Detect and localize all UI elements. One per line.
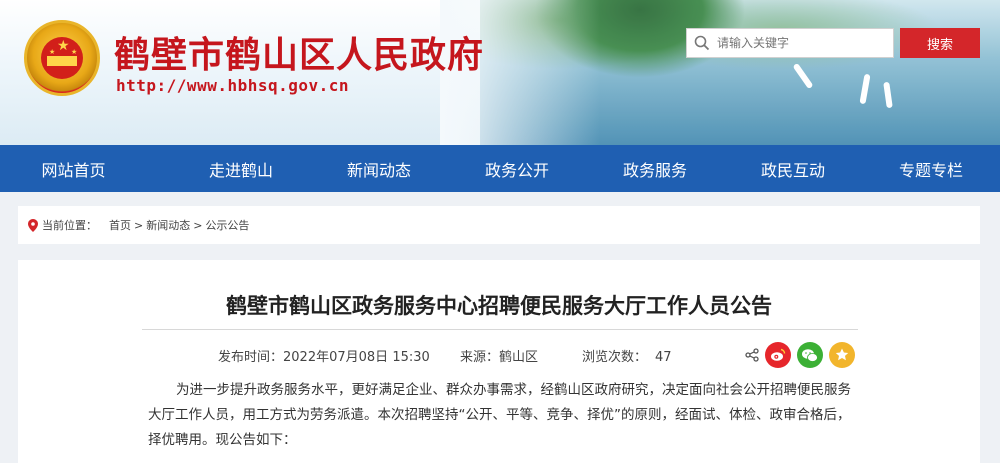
breadcrumb-home-link[interactable]: 首页: [109, 217, 131, 233]
search-input[interactable]: [717, 36, 887, 50]
location-pin-icon: [28, 218, 38, 232]
national-emblem-icon[interactable]: ★ ★ ★ ★ ★: [24, 20, 100, 96]
nav-item-news[interactable]: 新闻动态: [310, 145, 448, 192]
weibo-icon[interactable]: [765, 342, 791, 368]
breadcrumb-prefix: 当前位置：: [42, 219, 97, 232]
breadcrumb-separator: >: [134, 218, 144, 232]
site-header: ★ ★ ★ ★ ★ 鹤壁市鹤山区人民政府 http://www.hbhsq.go…: [0, 0, 1000, 145]
publish-time: 发布时间：2022年07月08日 15:30: [218, 350, 430, 365]
article-body: 为进一步提升政务服务水平，更好满足企业、群众办事需求，经鹤山区政府研究，决定面向…: [148, 382, 851, 448]
nav-item-gov-affairs[interactable]: 政务公开: [448, 145, 586, 192]
nav-item-home[interactable]: 网站首页: [0, 145, 172, 192]
main-nav: 网站首页 走进鹤山 新闻动态 政务公开 政务服务 政民互动 专题专栏: [0, 145, 1000, 192]
search-button[interactable]: 搜索: [900, 28, 980, 58]
breadcrumb-separator: >: [193, 218, 203, 232]
search-box[interactable]: [686, 28, 894, 58]
breadcrumb-news-link[interactable]: 新闻动态: [146, 217, 190, 233]
article-source: 来源：鹤山区: [460, 350, 539, 365]
search-icon: [687, 28, 717, 58]
nav-item-topics[interactable]: 专题专栏: [862, 145, 1000, 192]
breadcrumb: 当前位置： 首页 > 新闻动态 > 公示公告: [18, 206, 980, 244]
share-icon[interactable]: [745, 347, 759, 366]
nav-item-about[interactable]: 走进鹤山: [172, 145, 310, 192]
nav-item-gov-services[interactable]: 政务服务: [586, 145, 724, 192]
site-title[interactable]: 鹤壁市鹤山区人民政府: [114, 26, 484, 78]
favorite-icon[interactable]: [829, 342, 855, 368]
nav-item-interaction[interactable]: 政民互动: [724, 145, 862, 192]
site-url: http://www.hbhsq.gov.cn: [116, 76, 350, 95]
view-count: 浏览次数： 47: [582, 350, 672, 365]
article-title: 鹤壁市鹤山区政务服务中心招聘便民服务大厅工作人员公告: [226, 294, 772, 318]
title-divider: [142, 329, 858, 330]
article-panel: 鹤壁市鹤山区政务服务中心招聘便民服务大厅工作人员公告 发布时间：2022年07月…: [18, 260, 980, 463]
breadcrumb-notices-link[interactable]: 公示公告: [205, 217, 249, 233]
wechat-icon[interactable]: [797, 342, 823, 368]
